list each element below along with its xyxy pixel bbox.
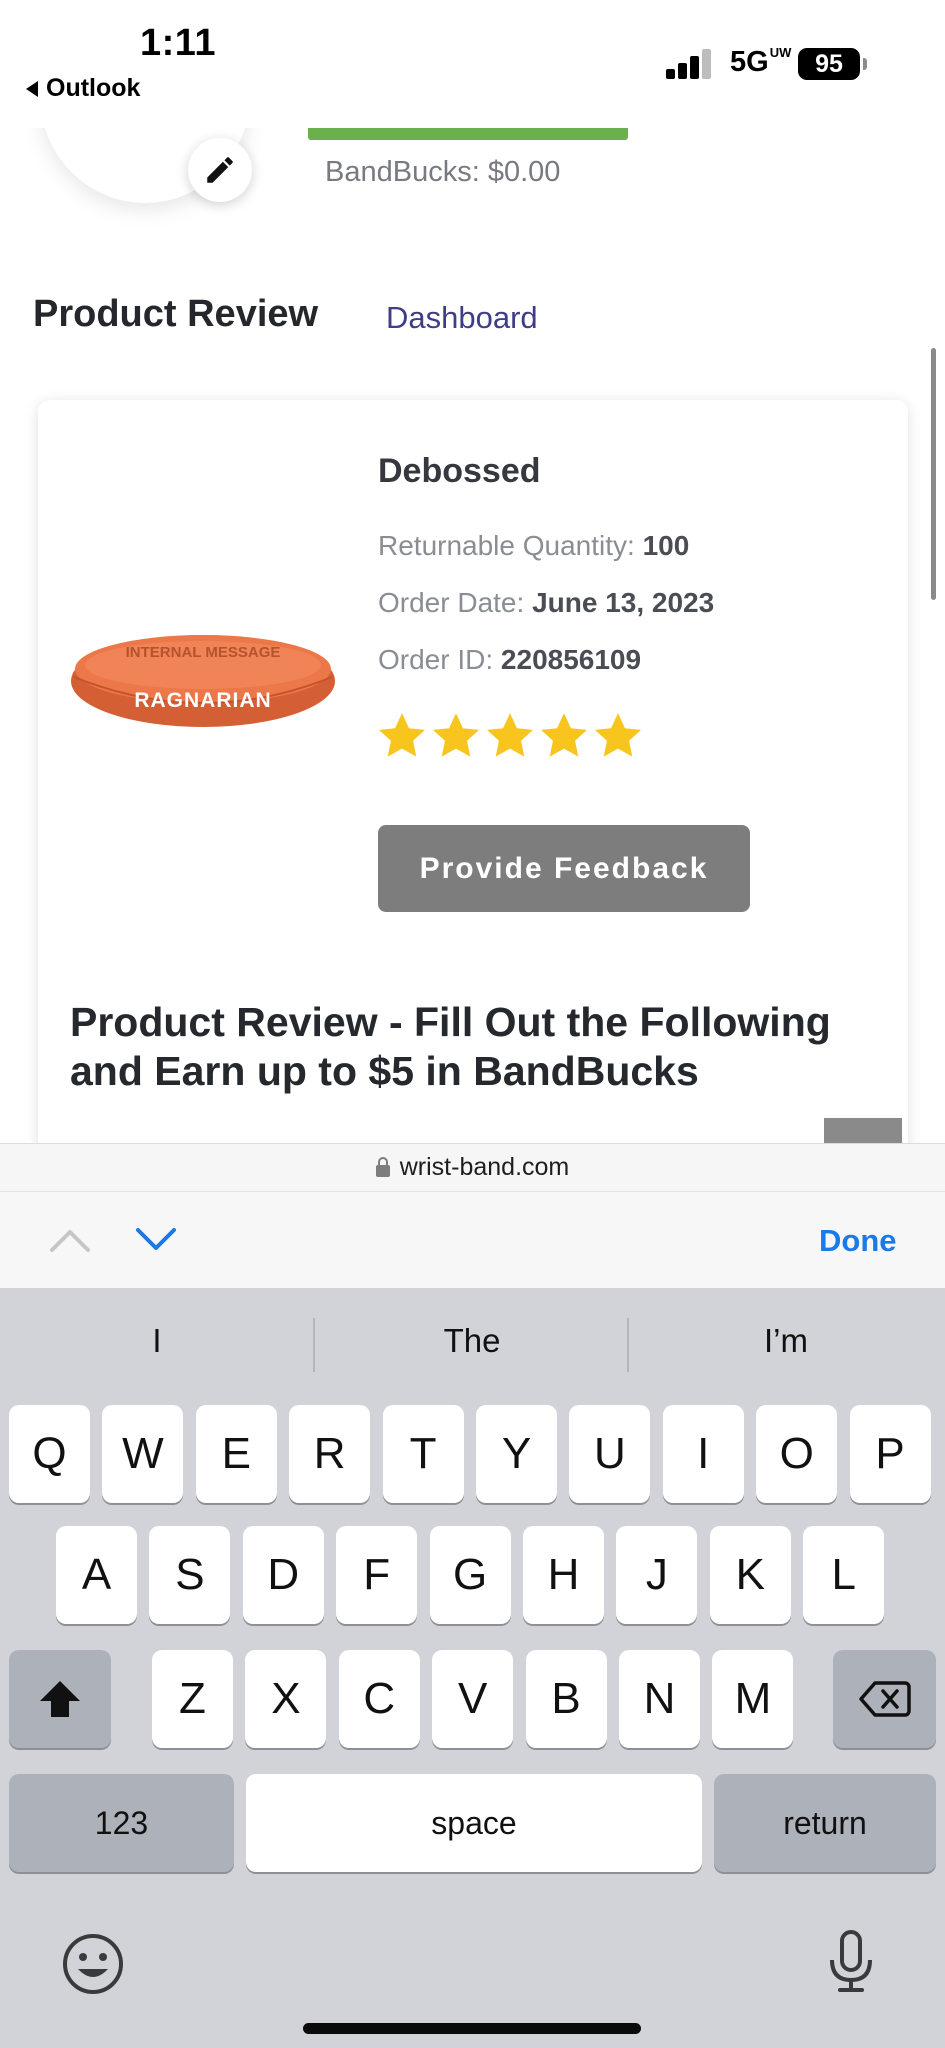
suggestion-1[interactable]: I (0, 1322, 314, 1360)
star-icon[interactable] (538, 710, 590, 762)
star-icon[interactable] (430, 710, 482, 762)
lock-icon (375, 1156, 390, 1177)
edit-avatar-button[interactable] (188, 138, 252, 202)
space-key[interactable]: space (246, 1774, 702, 1872)
quantity-value: 100 (642, 530, 690, 561)
status-time: 1:11 (140, 22, 216, 64)
key-v[interactable]: V (432, 1650, 514, 1748)
key-d[interactable]: D (242, 1526, 324, 1624)
chevron-down-icon[interactable] (134, 1222, 178, 1258)
return-key[interactable]: return (714, 1774, 936, 1872)
web-page: BandBucks: $0.00 Product Review Dashboar… (0, 128, 945, 1143)
keyboard: I The I’m QWERTYUIOP ASDFGHJKL ZXCVBNM 1… (0, 1288, 945, 2048)
product-card: INTERNAL MESSAGE RAGNARIAN Debossed Retu… (38, 400, 908, 1143)
order-id: Order ID: 220856109 (378, 644, 641, 676)
chevron-up-icon[interactable] (48, 1222, 92, 1258)
shift-key[interactable] (9, 1650, 111, 1748)
key-w[interactable]: W (102, 1405, 184, 1503)
key-k[interactable]: K (709, 1526, 791, 1624)
star-icon[interactable] (484, 710, 536, 762)
key-f[interactable]: F (336, 1526, 418, 1624)
url-text: wrist-band.com (399, 1153, 570, 1181)
back-app-label: Outlook (46, 74, 141, 102)
review-form-heading: Product Review - Fill Out the Following … (70, 999, 831, 1094)
network-indicator: 5GUW (730, 46, 791, 79)
browser-url-bar[interactable]: wrist-band.com (0, 1143, 945, 1191)
back-triangle-icon (26, 80, 38, 97)
key-s[interactable]: S (149, 1526, 231, 1624)
status-bar: 1:11 Outlook 5GUW 95 (0, 0, 945, 128)
product-name: Debossed (378, 452, 541, 490)
key-i[interactable]: I (662, 1405, 744, 1503)
star-rating[interactable] (376, 710, 644, 762)
order-date-value: June 13, 2023 (532, 587, 715, 618)
key-x[interactable]: X (245, 1650, 327, 1748)
suggestion-2[interactable]: The (315, 1322, 629, 1360)
key-p[interactable]: P (849, 1405, 931, 1503)
key-n[interactable]: N (619, 1650, 700, 1748)
key-g[interactable]: G (429, 1526, 511, 1624)
bandbucks-balance: BandBucks: $0.00 (325, 156, 561, 188)
key-r[interactable]: R (289, 1405, 371, 1503)
battery-icon: 95 (798, 48, 860, 80)
wristband-name-text: RAGNARIAN (134, 689, 271, 712)
key-c[interactable]: C (338, 1650, 420, 1748)
key-o[interactable]: O (756, 1405, 838, 1503)
done-button[interactable]: Done (819, 1223, 897, 1259)
star-icon[interactable] (376, 710, 428, 762)
order-date: Order Date: June 13, 2023 (378, 587, 714, 619)
backspace-icon (858, 1681, 911, 1717)
key-z[interactable]: Z (152, 1650, 233, 1748)
network-suffix: UW (769, 45, 792, 60)
network-label: 5G (730, 46, 769, 78)
dashboard-link[interactable]: Dashboard (386, 300, 538, 336)
key-m[interactable]: M (712, 1650, 794, 1748)
microphone-icon[interactable] (816, 1926, 886, 1996)
key-q[interactable]: Q (9, 1405, 90, 1503)
emoji-icon[interactable] (58, 1929, 128, 1999)
suggestion-3[interactable]: I’m (629, 1322, 943, 1360)
quantity-label: Returnable Quantity: (378, 530, 635, 561)
numbers-key[interactable]: 123 (9, 1774, 234, 1872)
order-date-label: Order Date: (378, 587, 525, 618)
returnable-quantity: Returnable Quantity: 100 (378, 530, 689, 562)
key-h[interactable]: H (523, 1526, 604, 1624)
back-to-app-link[interactable]: Outlook (26, 74, 140, 103)
key-y[interactable]: Y (476, 1405, 557, 1503)
delete-key[interactable] (833, 1650, 936, 1748)
key-e[interactable]: E (195, 1405, 277, 1503)
wristband-message-text: INTERNAL MESSAGE (126, 644, 281, 661)
star-icon[interactable] (592, 710, 644, 762)
order-id-label: Order ID: (378, 644, 494, 675)
provide-feedback-button[interactable]: Provide Feedback (378, 825, 750, 912)
signal-strength-icon (666, 49, 712, 79)
key-j[interactable]: J (616, 1526, 698, 1624)
key-t[interactable]: T (382, 1405, 464, 1503)
page-title: Product Review (33, 293, 319, 335)
scrollbar[interactable] (931, 348, 936, 600)
keyboard-accessory-bar: Done (0, 1191, 945, 1288)
key-l[interactable]: L (803, 1526, 885, 1624)
key-a[interactable]: A (56, 1526, 137, 1624)
home-indicator[interactable] (303, 2023, 641, 2034)
key-b[interactable]: B (525, 1650, 607, 1748)
bandbucks-progress-bar (308, 128, 628, 140)
pencil-icon (207, 157, 233, 183)
wristband-image: INTERNAL MESSAGE RAGNARIAN (71, 635, 335, 727)
battery-tip (863, 58, 867, 70)
order-id-value: 220856109 (500, 644, 642, 675)
key-u[interactable]: U (569, 1405, 651, 1503)
shift-arrow-icon (40, 1681, 80, 1717)
floating-widget-button[interactable] (824, 1118, 902, 1143)
